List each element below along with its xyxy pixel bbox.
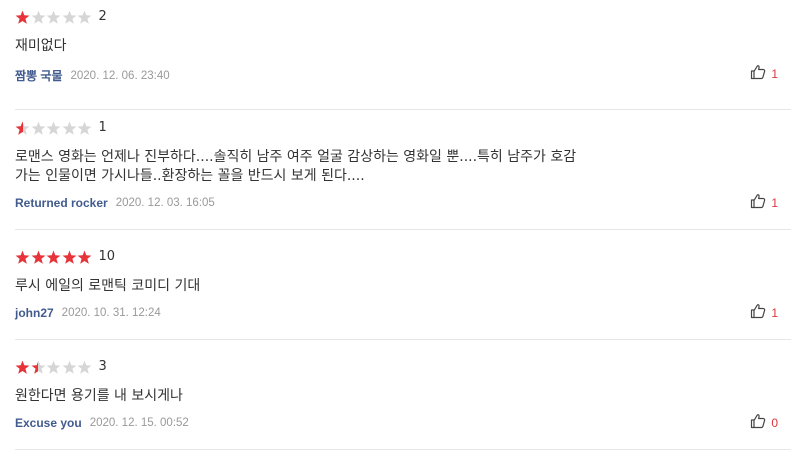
thumbs-up-icon bbox=[750, 303, 766, 323]
author-name[interactable]: 짬뽕 국물 bbox=[15, 67, 63, 84]
review-date: 2020. 12. 03. 16:05 bbox=[115, 197, 215, 209]
rating: 3 bbox=[15, 359, 107, 375]
review-item: 2 재미없다 짬뽕 국물 2020. 12. 06. 23:40 1 bbox=[15, 0, 791, 110]
star-icon bbox=[15, 360, 30, 375]
star-icon bbox=[46, 121, 61, 136]
rating: 10 bbox=[15, 249, 115, 265]
review-content: 로맨스 영화는 언제나 진부하다....솔직히 남주 여주 얼굴 감상하는 영화… bbox=[15, 149, 577, 184]
star-icon bbox=[62, 250, 77, 265]
review-meta: john27 2020. 10. 31. 12:24 bbox=[15, 306, 161, 320]
rating: 1 bbox=[15, 120, 107, 136]
star-icon bbox=[46, 10, 61, 25]
rating-score: 10 bbox=[98, 249, 116, 264]
author-name[interactable]: john27 bbox=[15, 306, 54, 320]
star-rating bbox=[15, 360, 93, 375]
star-rating bbox=[15, 10, 93, 25]
rating-score: 2 bbox=[98, 9, 107, 24]
like-button[interactable]: 0 bbox=[750, 413, 778, 433]
star-icon bbox=[31, 360, 46, 375]
review-content: 원한다면 용기를 내 보시게나 bbox=[15, 388, 183, 404]
review-item: 10 루시 에일의 로맨틱 코미디 기대 john27 2020. 10. 31… bbox=[15, 230, 791, 340]
author-name[interactable]: Excuse you bbox=[15, 416, 82, 430]
like-count: 0 bbox=[771, 416, 778, 430]
thumbs-up-icon bbox=[750, 193, 766, 213]
like-count: 1 bbox=[771, 67, 778, 81]
star-rating bbox=[15, 250, 93, 265]
thumbs-up-icon bbox=[750, 413, 766, 433]
author-name[interactable]: Returned rocker bbox=[15, 196, 108, 210]
star-icon bbox=[31, 10, 46, 25]
review-date: 2020. 10. 31. 12:24 bbox=[61, 307, 161, 319]
star-icon bbox=[62, 10, 77, 25]
like-button[interactable]: 1 bbox=[750, 303, 778, 323]
rating-score: 1 bbox=[98, 120, 107, 135]
star-icon bbox=[77, 360, 92, 375]
rating-score: 3 bbox=[98, 359, 107, 374]
star-icon bbox=[77, 10, 92, 25]
star-rating bbox=[15, 121, 93, 136]
star-icon bbox=[62, 121, 77, 136]
like-button[interactable]: 1 bbox=[750, 193, 778, 213]
review-item: 1 로맨스 영화는 언제나 진부하다....솔직히 남주 여주 얼굴 감상하는 … bbox=[15, 101, 791, 230]
star-icon bbox=[77, 250, 92, 265]
like-button[interactable]: 1 bbox=[750, 64, 778, 84]
review-meta: Returned rocker 2020. 12. 03. 16:05 bbox=[15, 196, 215, 210]
like-count: 1 bbox=[771, 306, 778, 320]
star-icon bbox=[31, 250, 46, 265]
rating: 2 bbox=[15, 9, 107, 25]
review-date: 2020. 12. 15. 00:52 bbox=[89, 417, 189, 429]
like-count: 1 bbox=[771, 196, 778, 210]
review-content: 재미없다 bbox=[15, 38, 67, 54]
star-icon bbox=[46, 250, 61, 265]
star-icon bbox=[15, 250, 30, 265]
review-item: 3 원한다면 용기를 내 보시게나 Excuse you 2020. 12. 1… bbox=[15, 340, 791, 450]
star-icon bbox=[15, 10, 30, 25]
star-icon bbox=[46, 360, 61, 375]
review-content: 루시 에일의 로맨틱 코미디 기대 bbox=[15, 278, 201, 294]
star-icon bbox=[31, 121, 46, 136]
star-icon bbox=[77, 121, 92, 136]
star-icon bbox=[15, 121, 30, 136]
review-date: 2020. 12. 06. 23:40 bbox=[70, 69, 170, 82]
review-meta: 짬뽕 국물 2020. 12. 06. 23:40 bbox=[15, 67, 170, 84]
thumbs-up-icon bbox=[750, 64, 766, 84]
star-icon bbox=[62, 360, 77, 375]
review-meta: Excuse you 2020. 12. 15. 00:52 bbox=[15, 416, 189, 430]
